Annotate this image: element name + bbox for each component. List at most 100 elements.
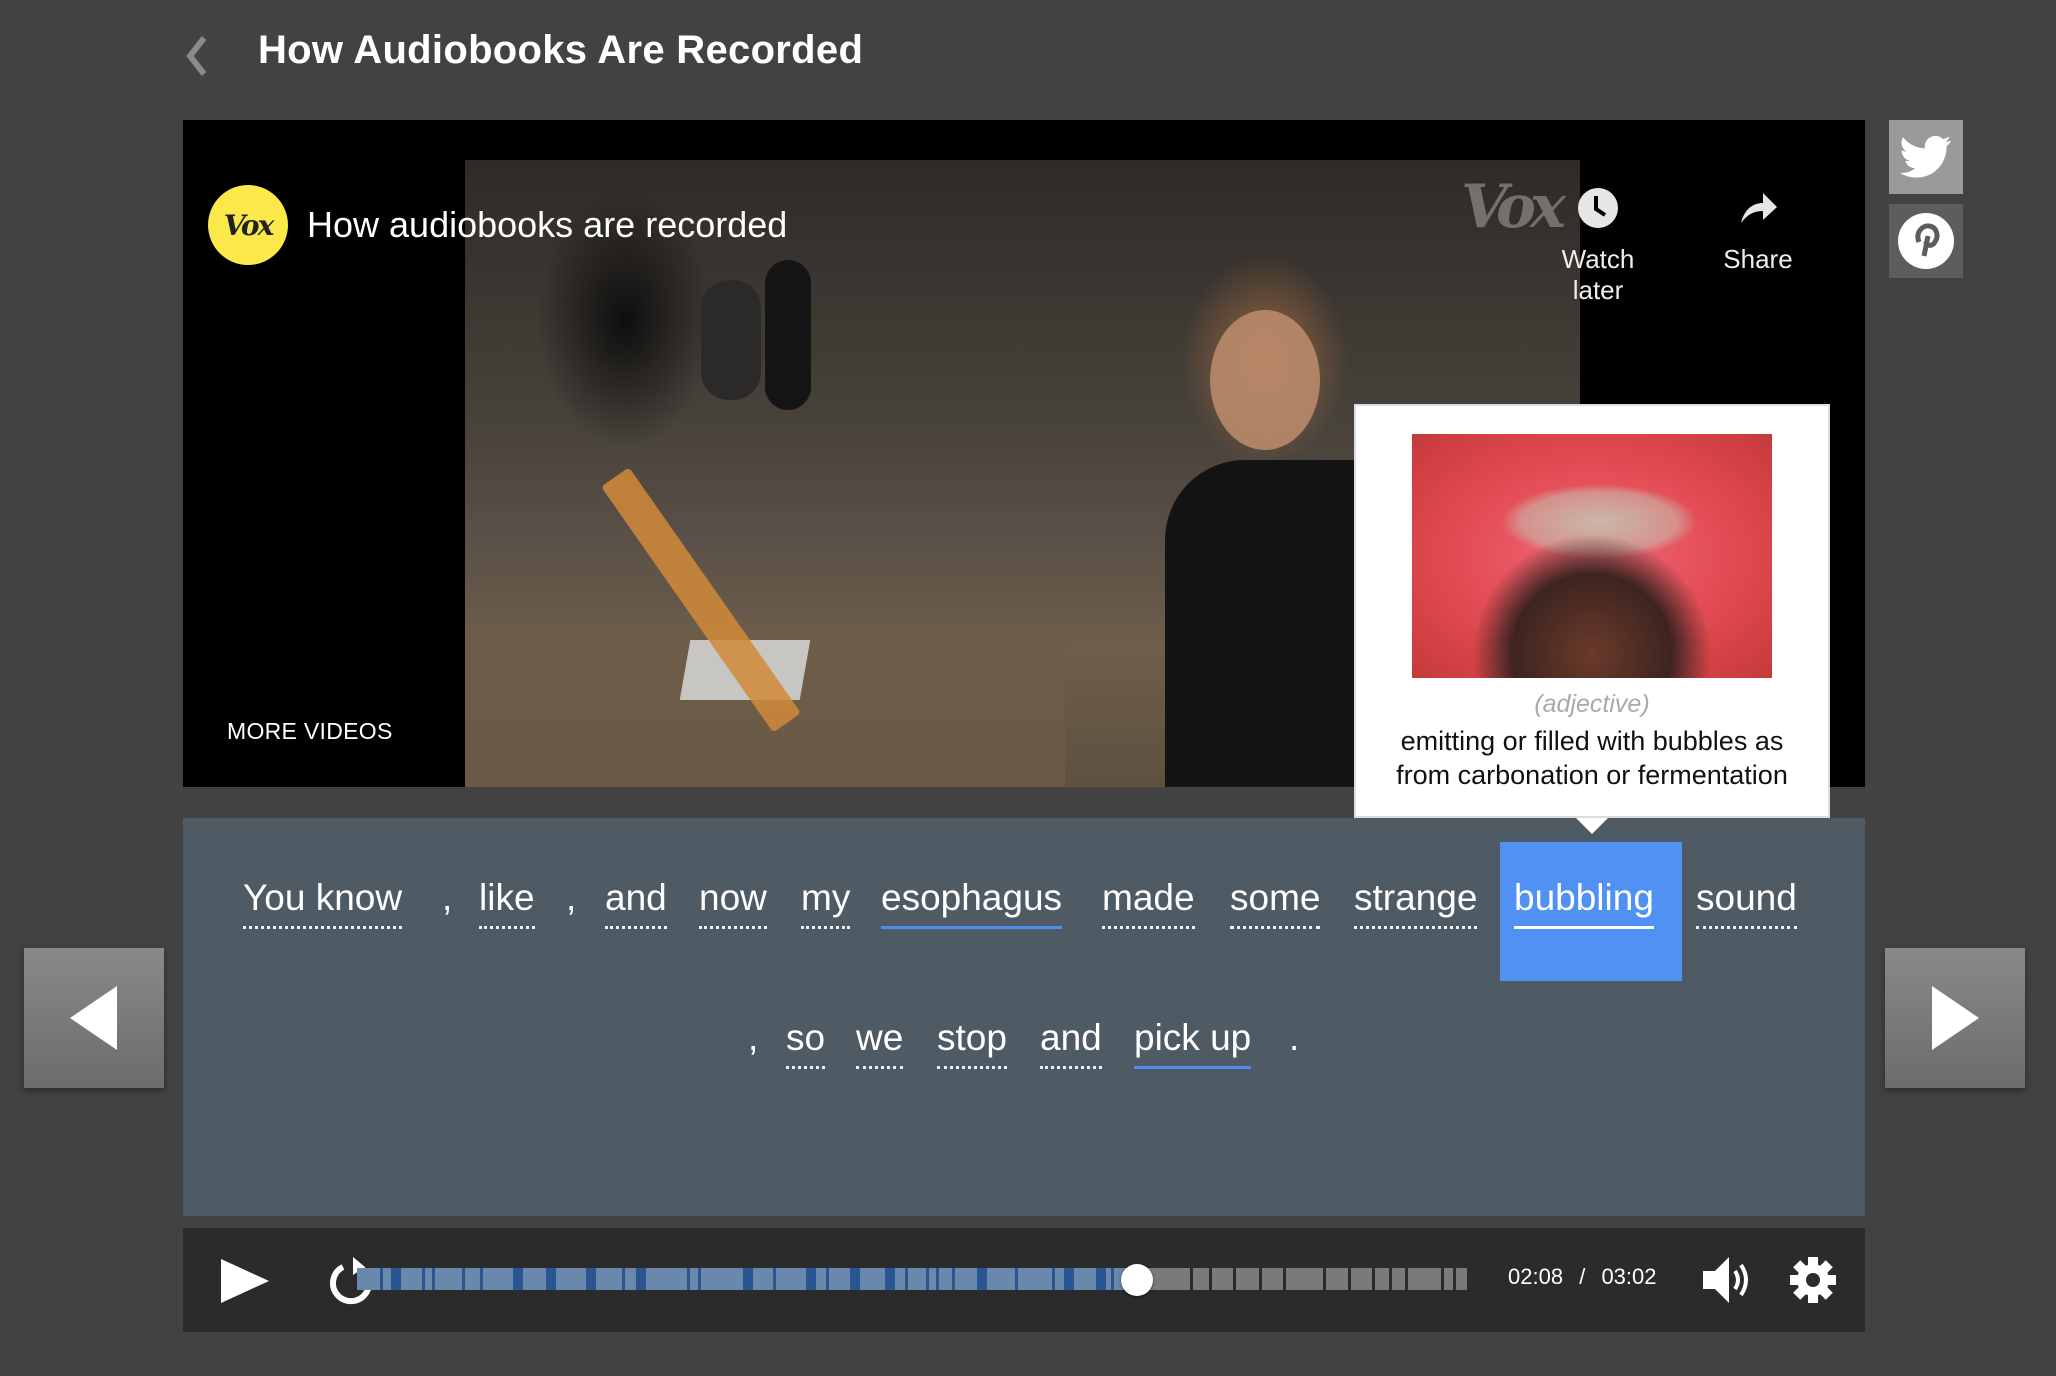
transcript-word[interactable]: stop (937, 1016, 1007, 1069)
clock-icon (1578, 188, 1618, 228)
progress-segment-played[interactable] (556, 1268, 586, 1290)
progress-segment-gap (1323, 1268, 1326, 1290)
progress-segment-gap (1453, 1268, 1456, 1290)
pinterest-icon (1898, 213, 1954, 269)
progress-segment-gap (1259, 1268, 1262, 1290)
progress-segment-unplayed[interactable] (1408, 1268, 1441, 1290)
watch-later-button[interactable]: Watch later (1533, 186, 1663, 306)
progress-segment-played[interactable] (939, 1268, 952, 1290)
progress-segment-gap (513, 1268, 523, 1290)
progress-segment-unplayed[interactable] (1212, 1268, 1233, 1290)
progress-segment-gap (462, 1268, 465, 1290)
video-title[interactable]: How audiobooks are recorded (307, 204, 787, 246)
progress-segment-played[interactable] (829, 1268, 850, 1290)
progress-segment-played[interactable] (701, 1268, 743, 1290)
settings-button[interactable] (1787, 1254, 1839, 1306)
progress-segment-played[interactable] (929, 1268, 936, 1290)
progress-segment-played[interactable] (383, 1268, 391, 1290)
progress-segment-gap (806, 1268, 816, 1290)
transcript-word[interactable]: and (605, 876, 667, 929)
progress-segment-played[interactable] (1018, 1268, 1052, 1290)
play-button[interactable] (217, 1256, 273, 1306)
transcript-word[interactable]: some (1230, 876, 1321, 929)
progress-segment-gap (1015, 1268, 1018, 1290)
progress-segment-unplayed[interactable] (1375, 1268, 1389, 1290)
progress-segment-played[interactable] (690, 1268, 698, 1290)
progress-segment-unplayed[interactable] (1456, 1268, 1467, 1290)
transcript-word[interactable]: now (699, 876, 767, 929)
pinterest-share-button[interactable] (1889, 204, 1963, 278)
progress-segment-played[interactable] (816, 1268, 826, 1290)
progress-segment-unplayed[interactable] (1148, 1268, 1190, 1290)
transcript-word[interactable]: my (801, 876, 851, 929)
transcript-word[interactable]: You know (243, 876, 403, 929)
progress-segment-gap (622, 1268, 625, 1290)
transcript-word[interactable]: made (1102, 876, 1195, 929)
current-time: 02:08 (1508, 1264, 1564, 1289)
play-icon (221, 1259, 269, 1303)
transcript-word[interactable]: so (786, 1016, 826, 1069)
progress-segment-gap (432, 1268, 435, 1290)
progress-segment-played[interactable] (465, 1268, 480, 1290)
more-videos-button[interactable]: MORE VIDEOS (227, 718, 393, 745)
progress-segment-gap (1064, 1268, 1074, 1290)
channel-logo[interactable]: Vox (208, 185, 288, 265)
progress-segment-gap (1405, 1268, 1408, 1290)
progress-segment-played[interactable] (1106, 1268, 1111, 1290)
progress-segment-gap (1389, 1268, 1392, 1290)
next-button[interactable] (1885, 948, 2025, 1088)
progress-segment-played[interactable] (401, 1268, 422, 1290)
progress-segment-unplayed[interactable] (1286, 1268, 1323, 1290)
transcript-word-learned[interactable]: esophagus (881, 876, 1063, 929)
progress-segment-gap (1096, 1268, 1106, 1290)
progress-segment-played[interactable] (895, 1268, 905, 1290)
twitter-share-button[interactable] (1889, 120, 1963, 194)
chevron-left-icon (186, 36, 207, 76)
time-separator: / (1579, 1264, 1586, 1289)
progress-segment-played[interactable] (625, 1268, 636, 1290)
progress-segment-gap (687, 1268, 690, 1290)
back-button[interactable] (178, 34, 218, 78)
progress-segment-unplayed[interactable] (1351, 1268, 1372, 1290)
progress-segment-unplayed[interactable] (1193, 1268, 1209, 1290)
progress-track[interactable] (357, 1268, 1467, 1290)
duration: 03:02 (1601, 1264, 1657, 1289)
progress-segment-unplayed[interactable] (1392, 1268, 1405, 1290)
progress-segment-gap (546, 1268, 556, 1290)
transcript-word[interactable]: like (479, 876, 535, 929)
transcript-word[interactable]: and (1040, 1016, 1102, 1069)
transcript-word[interactable]: strange (1354, 876, 1478, 929)
progress-knob[interactable] (1121, 1264, 1154, 1296)
transcript-word-active[interactable]: bubbling (1514, 876, 1654, 929)
transcript-word-learned[interactable]: pick up (1134, 1016, 1252, 1069)
progress-segment-played[interactable] (523, 1268, 546, 1290)
progress-segment-unplayed[interactable] (1262, 1268, 1283, 1290)
previous-button[interactable] (24, 948, 164, 1088)
progress-segment-played[interactable] (357, 1268, 380, 1290)
progress-segment-played[interactable] (776, 1268, 806, 1290)
progress-segment-played[interactable] (596, 1268, 622, 1290)
progress-segment-unplayed[interactable] (1326, 1268, 1348, 1290)
transcript-word[interactable]: sound (1696, 876, 1797, 929)
progress-segment-played[interactable] (425, 1268, 432, 1290)
progress-segment-played[interactable] (435, 1268, 462, 1290)
progress-segment-played[interactable] (753, 1268, 773, 1290)
progress-segment-played[interactable] (860, 1268, 885, 1290)
progress-segment-played[interactable] (483, 1268, 513, 1290)
progress-segment-played[interactable] (646, 1268, 687, 1290)
progress-segment-unplayed[interactable] (1444, 1268, 1453, 1290)
twitter-icon (1900, 135, 1952, 178)
share-button[interactable]: Share (1713, 186, 1803, 275)
progress-bar[interactable] (357, 1268, 1467, 1290)
progress-segment-unplayed[interactable] (1236, 1268, 1259, 1290)
progress-segment-played[interactable] (987, 1268, 1015, 1290)
volume-button[interactable] (1699, 1254, 1755, 1306)
transcript-word[interactable]: we (856, 1016, 904, 1069)
page-title: How Audiobooks Are Recorded (258, 28, 864, 72)
progress-segment-played[interactable] (908, 1268, 926, 1290)
progress-segment-played[interactable] (955, 1268, 977, 1290)
volume-icon (1703, 1257, 1748, 1303)
progress-segment-played[interactable] (1055, 1268, 1064, 1290)
progress-segment-gap (850, 1268, 860, 1290)
progress-segment-played[interactable] (1074, 1268, 1096, 1290)
